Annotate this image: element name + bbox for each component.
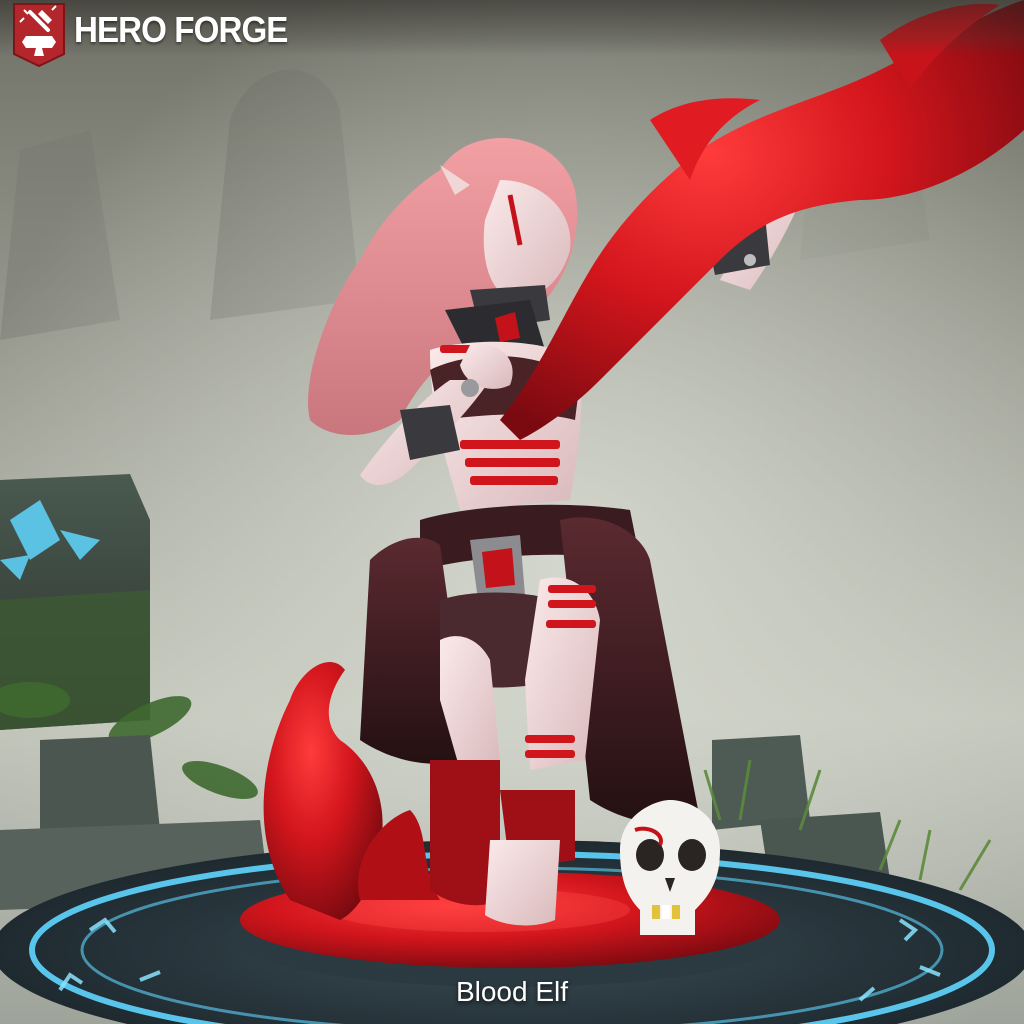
hero-forge-logo[interactable]: HERO FORGE: [12, 2, 306, 68]
brand-name: HERO FORGE: [74, 9, 288, 50]
anvil-hammer-icon: [13, 3, 65, 68]
miniature-render: [0, 0, 1024, 1024]
miniature-name: Blood Elf: [455, 976, 569, 1007]
